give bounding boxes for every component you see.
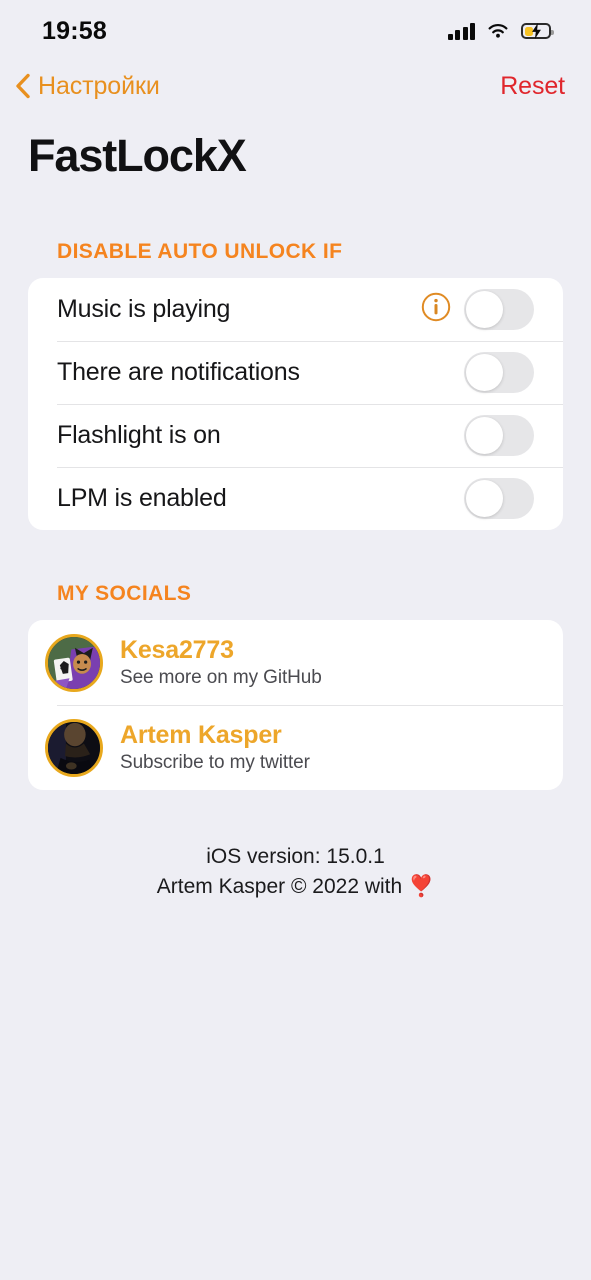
footer: iOS version: 15.0.1 Artem Kasper © 2022 …: [0, 842, 591, 903]
section-disable-auto-unlock: DISABLE AUTO UNLOCK IF Music is playing …: [0, 240, 591, 530]
settings-row-flashlight[interactable]: Flashlight is on: [28, 404, 563, 467]
reset-button[interactable]: Reset: [500, 72, 565, 101]
page-title: FastLockX: [28, 130, 247, 181]
footer-copyright-line: Artem Kasper © 2022 with ❣️: [0, 872, 591, 902]
heart-exclamation-icon: ❣️: [408, 875, 435, 899]
social-text-group: Kesa2773 See more on my GitHub: [120, 636, 322, 690]
socials-card: Kesa2773 See more on my GitHub Artem Kas…: [28, 620, 563, 790]
cellular-signal-icon: [447, 22, 475, 40]
settings-row-label: Flashlight is on: [57, 421, 221, 449]
social-title: Kesa2773: [120, 635, 234, 664]
section-header-my-socials: MY SOCIALS: [57, 582, 192, 605]
social-title: Artem Kasper: [120, 720, 282, 749]
battery-charging-icon: [521, 23, 554, 39]
status-bar: 19:58: [0, 0, 591, 62]
toggle-music-is-playing[interactable]: [464, 289, 534, 330]
settings-row-label: LPM is enabled: [57, 484, 227, 512]
footer-ios-version: iOS version: 15.0.1: [206, 845, 385, 868]
info-circle-icon[interactable]: [421, 292, 451, 327]
status-icons-group: [447, 22, 554, 40]
settings-row-label: There are notifications: [57, 358, 300, 386]
social-row-github[interactable]: Kesa2773 See more on my GitHub: [28, 620, 563, 705]
back-button-label: Настройки: [38, 71, 160, 100]
settings-row-lpm[interactable]: LPM is enabled: [28, 467, 563, 530]
status-time: 19:58: [42, 16, 107, 45]
settings-row-music[interactable]: Music is playing: [28, 278, 563, 341]
section-header-disable-auto-unlock: DISABLE AUTO UNLOCK IF: [57, 240, 343, 263]
settings-row-notifications[interactable]: There are notifications: [28, 341, 563, 404]
toggle-flashlight-is-on[interactable]: [464, 415, 534, 456]
avatar-joker-illustration: [45, 633, 103, 692]
section-my-socials: MY SOCIALS Kesa2773 See more on my GitHu…: [0, 582, 591, 790]
toggle-there-are-notifications[interactable]: [464, 352, 534, 393]
social-row-twitter[interactable]: Artem Kasper Subscribe to my twitter: [28, 705, 563, 790]
navigation-bar: Настройки Reset: [0, 62, 591, 110]
chevron-left-icon: [14, 73, 31, 99]
social-subtitle: Subscribe to my twitter: [120, 752, 310, 774]
avatar-portrait-photo: [45, 718, 103, 777]
toggle-lpm-is-enabled[interactable]: [464, 478, 534, 519]
footer-copyright-text: Artem Kasper © 2022 with: [156, 875, 403, 899]
social-subtitle: See more on my GitHub: [120, 667, 322, 689]
social-text-group: Artem Kasper Subscribe to my twitter: [120, 721, 310, 775]
back-button[interactable]: Настройки: [14, 72, 160, 101]
settings-card: Music is playing There are notifications…: [28, 278, 563, 530]
settings-row-label: Music is playing: [57, 295, 231, 323]
wifi-icon: [486, 22, 510, 40]
